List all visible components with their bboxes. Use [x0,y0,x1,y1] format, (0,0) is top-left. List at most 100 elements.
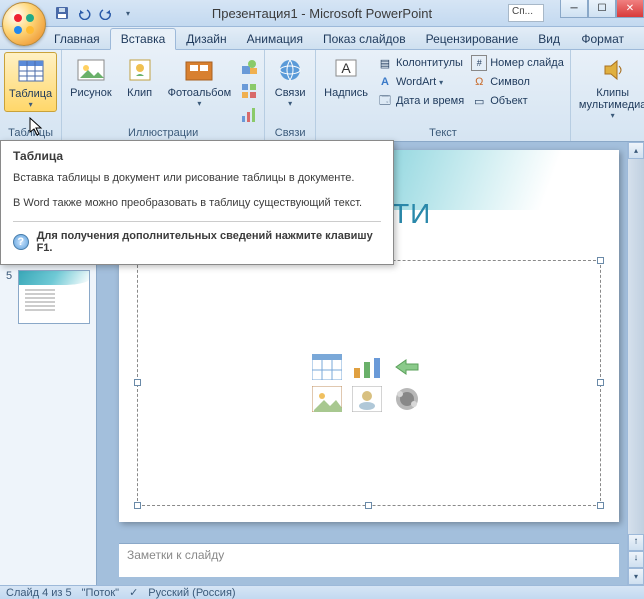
status-language[interactable]: Русский (Россия) [148,587,235,599]
group-tables: Таблица ▾ Таблицы [0,50,62,141]
vertical-scrollbar[interactable]: ▴ ⭫ ⭭ ▾ [627,142,644,585]
dropdown-icon: ▾ [288,99,292,108]
ribbon: Таблица ▾ Таблицы Рисунок Клип Фотоальбо… [0,50,644,142]
resize-handle[interactable] [134,379,141,386]
qat-customize-icon[interactable]: ▾ [118,3,138,23]
insert-smartart-icon[interactable] [392,354,422,380]
dropdown-icon: ▾ [197,99,201,108]
status-spellcheck-icon[interactable]: ✓ [129,586,138,599]
links-label: Связи [275,87,306,99]
thumb-number: 5 [6,270,14,282]
status-bar: Слайд 4 из 5 "Поток" ✓ Русский (Россия) [0,585,644,599]
content-type-icons [312,354,426,412]
wordart-icon: A [377,74,393,90]
links-button[interactable]: Связи ▾ [269,52,311,110]
symbol-icon: Ω [471,74,487,90]
title-bar: ▾ Презентация1 - Microsoft PowerPoint Сп… [0,0,644,27]
group-media-label [575,138,644,141]
object-icon: ▭ [471,93,487,109]
textbox-label: Надпись [324,87,368,99]
picture-icon [75,54,107,86]
header-footer-icon: ▤ [377,55,393,71]
minimize-button[interactable]: ─ [560,0,588,18]
clip-label: Клип [127,87,152,99]
picture-button[interactable]: Рисунок [66,52,116,101]
insert-clipart-icon[interactable] [352,386,382,412]
group-illustrations-label: Иллюстрации [66,126,260,141]
undo-icon[interactable] [74,3,94,23]
media-clips-button[interactable]: Клипы мультимедиа ▾ [575,52,644,122]
tab-animation[interactable]: Анимация [237,29,313,49]
tab-design[interactable]: Дизайн [176,29,236,49]
table-label: Таблица [9,88,52,100]
tab-view[interactable]: Вид [528,29,570,49]
resize-handle[interactable] [365,502,372,509]
redo-icon[interactable] [96,3,116,23]
slidenumber-icon: # [471,55,487,71]
table-button[interactable]: Таблица ▾ [4,52,57,112]
tab-home[interactable]: Главная [44,29,110,49]
notes-pane[interactable]: Заметки к слайду [119,543,619,577]
tooltip-title: Таблица [13,149,381,163]
group-illustrations: Рисунок Клип Фотоальбом ▾ Иллюстрации [62,50,265,141]
insert-table-icon[interactable] [312,354,342,380]
scroll-up-icon[interactable]: ▴ [628,142,644,159]
wordart-button[interactable]: AWordArt ▾ [375,73,466,91]
shapes-button[interactable] [238,56,260,78]
insert-picture-icon[interactable] [312,386,342,412]
tab-format[interactable]: Формат [571,29,634,49]
window-title: Презентация1 - Microsoft PowerPoint [212,6,432,21]
dropdown-icon: ▾ [611,111,615,120]
group-media: Клипы мультимедиа ▾ [571,50,644,141]
group-links: Связи ▾ Связи [265,50,316,141]
slidenumber-button[interactable]: #Номер слайда [469,54,566,72]
scroll-down-icon[interactable]: ▾ [628,568,644,585]
tooltip-footer: Для получения дополнительных сведений на… [37,230,381,254]
tab-slideshow[interactable]: Показ слайдов [313,29,416,49]
photoalbum-label: Фотоальбом [168,87,232,99]
insert-chart-icon[interactable] [352,354,382,380]
symbol-button[interactable]: ΩСимвол [469,73,566,91]
status-theme: "Поток" [82,587,119,599]
group-text: A Надпись ▤Колонтитулы AWordArt ▾ 🗔Дата … [316,50,571,141]
spelling-box[interactable]: Сп... [508,4,544,22]
help-icon: ? [13,234,29,250]
group-tables-label: Таблицы [4,126,57,141]
insert-media-icon[interactable] [392,386,422,412]
chart-button[interactable] [238,104,260,126]
maximize-button[interactable]: ☐ [588,0,616,18]
smartart-button[interactable] [238,80,260,102]
slide-thumbnail[interactable] [18,270,90,324]
notes-placeholder: Заметки к слайду [127,548,224,562]
close-button[interactable]: ✕ [616,0,644,18]
speaker-icon [597,54,629,86]
tooltip-line1: Вставка таблицы в документ или рисование… [13,171,381,186]
prev-slide-icon[interactable]: ⭫ [628,534,644,551]
photoalbum-button[interactable]: Фотоальбом ▾ [164,52,236,110]
datetime-button[interactable]: 🗔Дата и время [375,92,466,110]
table-icon [15,55,47,87]
resize-handle[interactable] [134,502,141,509]
status-slide-pos: Слайд 4 из 5 [6,587,72,599]
tab-review[interactable]: Рецензирование [416,29,529,49]
media-clips-label: Клипы мультимедиа [579,87,644,111]
group-text-label: Текст [320,126,566,141]
group-links-label: Связи [269,126,311,141]
resize-handle[interactable] [597,257,604,264]
hyperlink-icon [274,54,306,86]
header-footer-button[interactable]: ▤Колонтитулы [375,54,466,72]
resize-handle[interactable] [597,502,604,509]
resize-handle[interactable] [597,379,604,386]
content-placeholder[interactable] [137,260,601,506]
tab-insert[interactable]: Вставка [110,28,177,50]
object-button[interactable]: ▭Объект [469,92,566,110]
picture-label: Рисунок [70,87,112,99]
save-icon[interactable] [52,3,72,23]
quick-access-toolbar: ▾ [52,3,138,23]
office-button[interactable] [2,2,46,46]
textbox-button[interactable]: A Надпись [320,52,372,101]
clip-icon [124,54,156,86]
clip-button[interactable]: Клип [119,52,161,101]
ribbon-tabs: Главная Вставка Дизайн Анимация Показ сл… [0,27,644,50]
next-slide-icon[interactable]: ⭭ [628,551,644,568]
